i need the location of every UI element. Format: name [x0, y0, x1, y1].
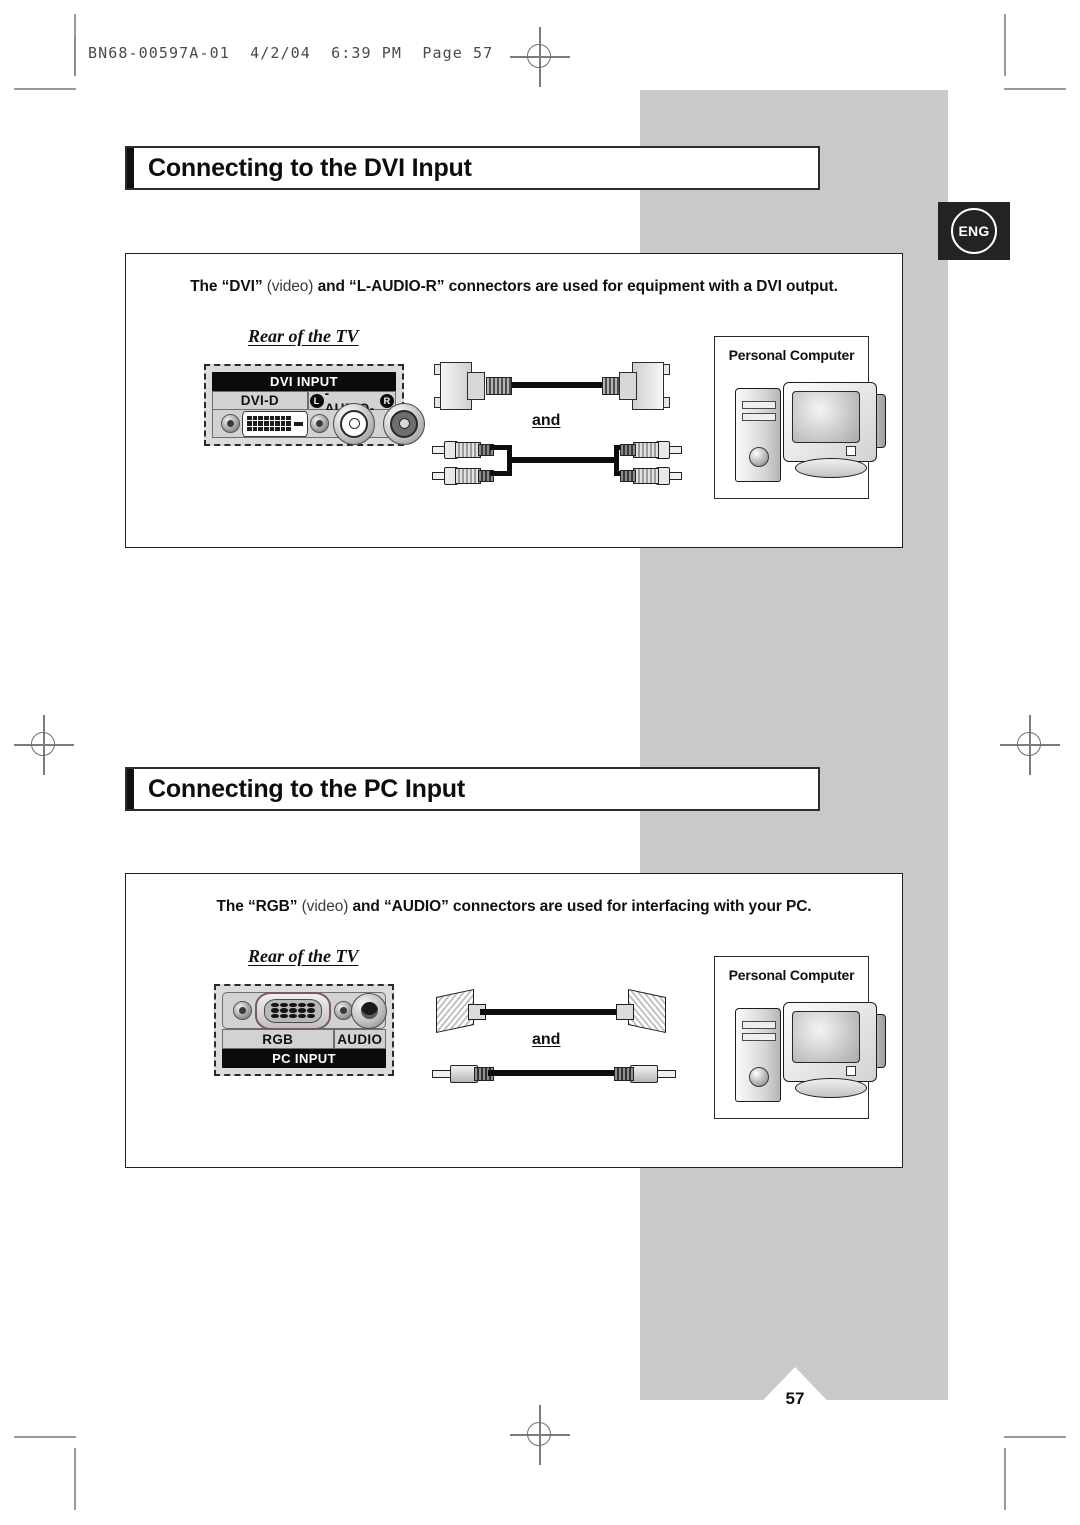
dvi-screw-left-icon — [221, 414, 240, 433]
vga-plug-right-icon — [614, 988, 670, 1034]
language-badge-label: ENG — [951, 208, 997, 254]
rca-plug-top-left-icon — [432, 440, 494, 459]
panel-label-rgb: RGB — [222, 1029, 334, 1049]
rca-plug-bottom-right-icon — [620, 466, 682, 485]
vga-pin-grid — [264, 998, 322, 1023]
description-dvi-light: (video) — [266, 278, 314, 295]
audio-left-icon: L — [309, 393, 324, 408]
crop-mark-top-right-h — [1004, 88, 1066, 90]
title-accent-bar-pc — [127, 769, 134, 809]
dvi-blade-icon — [294, 421, 303, 426]
description-pc: The “RGB” (video) and “AUDIO” connectors… — [126, 874, 902, 916]
pc-tower-icon-2 — [735, 1008, 781, 1102]
description-dvi-prefix: The “DVI” — [190, 278, 267, 295]
dvi-strain-left — [426, 354, 474, 408]
crop-mark-top-right-v — [1004, 14, 1006, 76]
monitor-base-icon-2 — [795, 1078, 867, 1098]
description-pc-suffix: and “AUDIO” connectors are used for inte… — [348, 898, 812, 915]
section-title-pc: Connecting to the PC Input — [125, 767, 820, 811]
jack-panel-pc: RGB AUDIO PC INPUT — [214, 984, 394, 1076]
page-number-text: 57 — [785, 1389, 805, 1408]
section-title-dvi: Connecting to the DVI Input — [125, 146, 820, 190]
rca-jack-right-icon — [383, 402, 425, 445]
title-accent-bar — [127, 148, 134, 188]
crop-mark-bottom-left-h — [14, 1436, 76, 1438]
registration-mark-left — [14, 715, 74, 775]
mini-cable-wire — [488, 1070, 614, 1076]
content-box-dvi: The “DVI” (video) and “L-AUDIO-R” connec… — [125, 253, 903, 548]
registration-mark-right — [1000, 715, 1060, 775]
personal-computer-icon-dvi — [725, 378, 886, 486]
dvi-plug-right-icon — [619, 358, 670, 412]
monitor-base-icon — [795, 458, 867, 478]
page-number: 57 — [745, 1367, 845, 1419]
language-badge: ENG — [938, 202, 1010, 260]
dvi-screw-right-icon — [310, 414, 329, 433]
manual-page: BN68-00597A-01 4/2/04 6:39 PM Page 57 EN… — [0, 0, 1080, 1525]
section-title-pc-text: Connecting to the PC Input — [148, 774, 465, 803]
dvi-connector-body — [242, 410, 308, 437]
crop-mark-top-left-h — [14, 88, 76, 90]
device-box-pc: Personal Computer — [714, 956, 886, 1119]
device-box-dvi: Personal Computer — [714, 336, 886, 499]
registration-mark-top — [510, 27, 570, 87]
panel-jack-row-dvi — [212, 402, 425, 445]
header-rule — [74, 36, 76, 76]
dvi-cable-wire — [496, 382, 616, 388]
panel-label-row-pc: RGB AUDIO — [222, 1029, 386, 1049]
description-dvi: The “DVI” (video) and “L-AUDIO-R” connec… — [126, 254, 902, 296]
vga-rgb-connector-icon — [233, 991, 353, 1030]
dvi-d-connector-icon — [221, 407, 329, 441]
rear-of-tv-label-pc: Rear of the TV — [248, 946, 359, 966]
content-box-pc: The “RGB” (video) and “AUDIO” connectors… — [125, 873, 903, 1168]
crop-mark-bottom-right-h — [1004, 1436, 1066, 1438]
panel-header-pc: PC INPUT — [222, 1049, 386, 1068]
rca-plug-bottom-left-icon — [432, 466, 494, 485]
section-title-dvi-text: Connecting to the DVI Input — [148, 153, 472, 182]
jack-panel-dvi: DVI INPUT DVI-D L-AUDIO-R — [204, 364, 425, 446]
description-dvi-suffix: and “L-AUDIO-R” connectors are used for … — [313, 278, 838, 295]
panel-jack-row-pc — [222, 991, 387, 1030]
mini-plug-left-icon — [432, 1065, 496, 1083]
panel-label-audio: AUDIO — [333, 1029, 386, 1049]
rca-jack-left-icon — [333, 402, 375, 445]
device-box-label-pc: Personal Computer — [728, 967, 855, 983]
description-pc-prefix: The “RGB” — [216, 898, 302, 915]
print-header-text: BN68-00597A-01 4/2/04 6:39 PM Page 57 — [88, 44, 494, 62]
cable-illustration-dvi: and — [426, 354, 686, 485]
and-label-dvi: and — [532, 412, 561, 429]
rca-wire-main — [507, 457, 619, 463]
vga-screw-left-icon — [233, 1001, 252, 1020]
cable-illustration-pc: and — [426, 988, 686, 1089]
personal-computer-icon-pc — [725, 998, 886, 1106]
dvi-strain-relief-left — [486, 377, 512, 395]
mini-plug-right-icon — [612, 1065, 676, 1083]
description-pc-light: (video) — [301, 898, 349, 915]
crt-monitor-icon — [783, 382, 877, 462]
and-label-pc: and — [532, 1031, 561, 1048]
device-box-label-dvi: Personal Computer — [728, 347, 855, 363]
vga-cable-wire — [480, 1009, 626, 1015]
rear-of-tv-label-dvi: Rear of the TV — [248, 326, 359, 346]
vga-connector-body — [255, 991, 331, 1030]
crop-mark-bottom-left-v — [74, 1448, 76, 1510]
pc-tower-icon — [735, 388, 781, 482]
rca-plug-top-right-icon — [620, 440, 682, 459]
dvi-pin-grid — [247, 415, 291, 432]
audio-mini-jack-icon — [351, 992, 387, 1029]
registration-mark-bottom — [510, 1405, 570, 1465]
crop-mark-bottom-right-v — [1004, 1448, 1006, 1510]
crt-monitor-icon-2 — [783, 1002, 877, 1082]
